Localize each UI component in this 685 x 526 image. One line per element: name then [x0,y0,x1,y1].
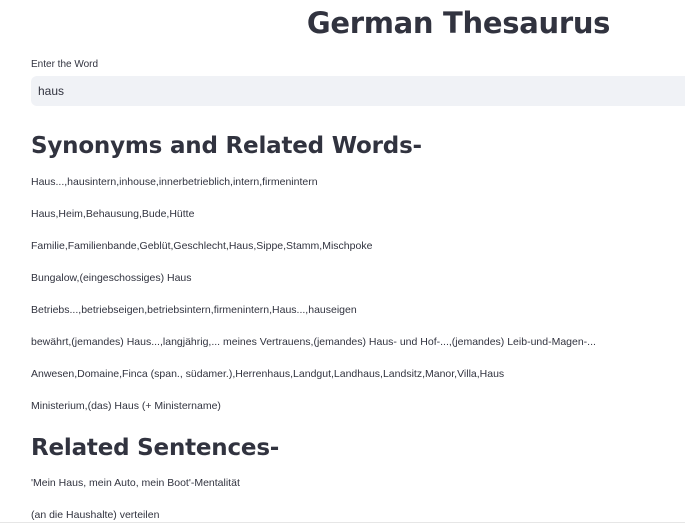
synonym-line: Ministerium,(das) Haus (+ Ministername) [31,400,221,412]
synonyms-heading: Synonyms and Related Words- [31,133,422,159]
word-input[interactable] [31,76,685,106]
synonym-line: bewährt,(jemandes) Haus...,langjährig,..… [31,336,596,348]
synonyms-list: Haus...,hausintern,inhouse,innerbetriebl… [31,176,596,432]
synonym-line: Anwesen,Domaine,Finca (span., südamer.),… [31,368,505,380]
app-container: German Thesaurus Enter the Word Synonyms… [0,0,685,526]
sentence-line: (an die Haushalte) verteilen [31,509,160,521]
sentence-line: 'Mein Haus, mein Auto, mein Boot'-Mental… [31,477,240,489]
synonym-line: Haus,Heim,Behausung,Bude,Hütte [31,208,195,220]
synonym-line: Bungalow,(eingeschossiges) Haus [31,272,192,284]
bottom-divider [0,522,685,523]
synonym-line: Betriebs...,betriebseigen,betriebsintern… [31,304,357,316]
sentences-list: 'Mein Haus, mein Auto, mein Boot'-Mental… [31,477,240,526]
page-title: German Thesaurus [306,6,611,40]
synonym-line: Haus...,hausintern,inhouse,innerbetriebl… [31,176,318,188]
word-input-label: Enter the Word [31,59,99,70]
synonym-line: Familie,Familienbande,Geblüt,Geschlecht,… [31,240,373,252]
sentences-heading: Related Sentences- [31,435,280,461]
